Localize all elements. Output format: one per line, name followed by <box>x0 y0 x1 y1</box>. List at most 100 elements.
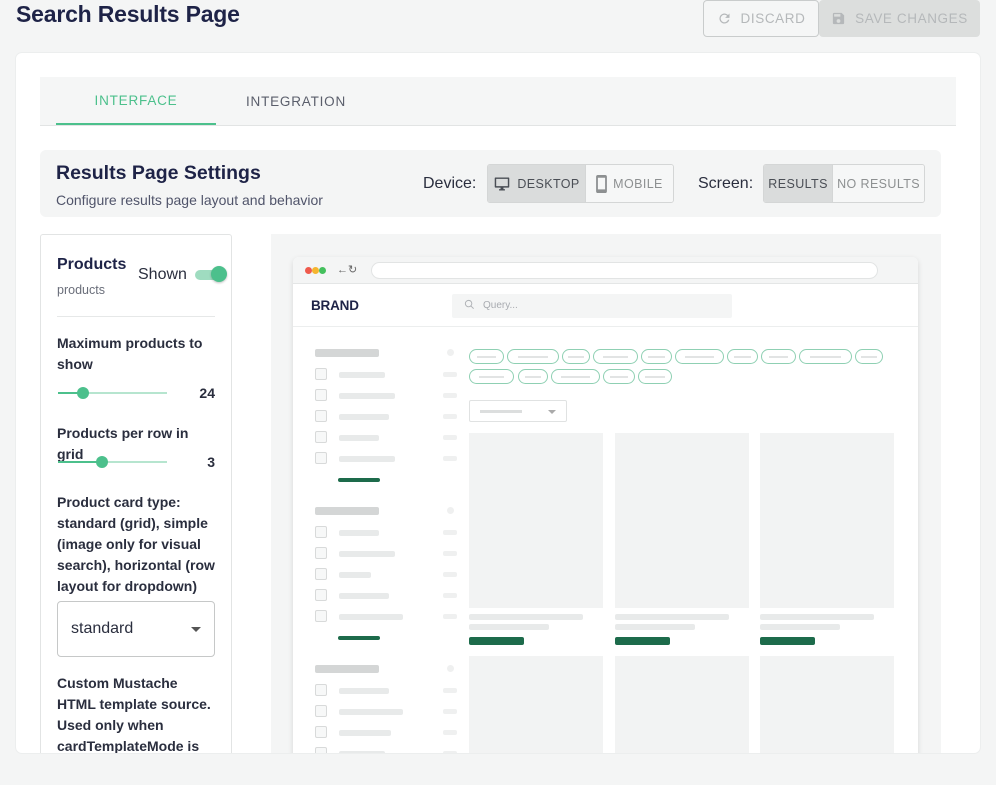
filter-chip <box>603 369 635 384</box>
filter-chip <box>761 349 796 364</box>
facet-checkbox <box>315 431 327 443</box>
facet-line <box>339 614 403 620</box>
facet-show-more <box>338 636 380 640</box>
facet-checkbox <box>315 684 327 696</box>
facet-line <box>339 751 385 753</box>
filter-chip <box>469 369 514 384</box>
product-card-image <box>469 433 603 608</box>
browser-mockup: ←↻ BRAND Query... <box>293 257 918 753</box>
preview-search-box: Query... <box>452 294 732 318</box>
maximize-dot <box>319 267 326 274</box>
template-label: Custom Mustache HTML template source. Us… <box>57 675 211 753</box>
screen-toggle-group: RESULTS NO RESULTS <box>763 164 925 203</box>
facet-checkbox <box>315 705 327 717</box>
chevron-down-icon <box>191 627 201 632</box>
screen-no-results-button[interactable]: NO RESULTS <box>832 165 924 202</box>
shown-toggle[interactable] <box>195 266 227 282</box>
tab-integration[interactable]: INTEGRATION <box>216 77 376 125</box>
settings-subtitle: Configure results page layout and behavi… <box>56 192 323 208</box>
facet-heading <box>315 507 379 515</box>
filter-chip <box>727 349 758 364</box>
facet-line <box>339 530 379 536</box>
max-products-label: Maximum products to show <box>57 335 203 372</box>
filter-chip <box>638 369 672 384</box>
max-products-value: 24 <box>199 385 215 401</box>
facet-count <box>443 572 457 577</box>
facet-count <box>443 688 457 693</box>
facet-heading <box>315 349 379 357</box>
browser-chrome: ←↻ <box>293 257 918 284</box>
max-products-slider[interactable] <box>58 387 167 399</box>
product-card-image <box>760 656 894 753</box>
products-title: Products <box>57 256 127 273</box>
minimize-dot <box>312 267 319 274</box>
device-desktop-button[interactable]: DESKTOP <box>488 165 585 202</box>
desktop-label: DESKTOP <box>517 176 580 191</box>
product-card-image <box>615 656 749 753</box>
close-dot <box>305 267 312 274</box>
product-price <box>760 637 815 645</box>
product-price <box>615 637 670 645</box>
discard-button[interactable]: DISCARD <box>703 0 819 37</box>
search-placeholder: Query... <box>483 300 518 311</box>
facet-checkbox <box>315 389 327 401</box>
device-mobile-button[interactable]: MOBILE <box>584 165 673 202</box>
save-changes-button[interactable]: SAVE CHANGES <box>819 0 980 37</box>
facet-count <box>443 709 457 714</box>
facet-line <box>339 551 395 557</box>
per-row-value: 3 <box>207 454 215 470</box>
facet-count <box>443 730 457 735</box>
facet-count <box>443 530 457 535</box>
products-settings-panel: Products products Shown Maximum products… <box>40 234 232 753</box>
filter-chip <box>562 349 590 364</box>
back-reload-icon: ←↻ <box>337 264 358 276</box>
product-title-line <box>615 624 695 630</box>
facet-checkbox <box>315 368 327 380</box>
filter-chip <box>593 349 638 364</box>
shown-label: Shown <box>138 266 187 283</box>
results-page-settings-bar: Results Page Settings Configure results … <box>40 150 941 217</box>
facet-heading <box>315 665 379 673</box>
filter-chip <box>799 349 852 364</box>
facet-count <box>443 414 457 419</box>
facet-line <box>339 456 395 462</box>
url-bar <box>371 262 878 279</box>
main-card: INTERFACE INTEGRATION Results Page Setti… <box>16 53 980 753</box>
filter-chip <box>641 349 672 364</box>
refresh-icon <box>718 13 730 24</box>
per-row-slider[interactable] <box>58 456 167 468</box>
facet-line <box>339 435 379 441</box>
facet-dot <box>447 507 454 514</box>
facet-checkbox <box>315 452 327 464</box>
card-type-select[interactable]: standard <box>57 601 215 657</box>
desktop-icon <box>495 176 510 191</box>
facet-count <box>443 456 457 461</box>
facet-count <box>443 751 457 753</box>
facet-count <box>443 551 457 556</box>
product-title-line <box>469 614 583 620</box>
slider-thumb[interactable] <box>77 387 89 399</box>
header-divider <box>293 326 918 327</box>
facet-checkbox <box>315 589 327 601</box>
facet-line <box>339 572 371 578</box>
page-title: Search Results Page <box>16 1 240 27</box>
filter-chip <box>518 369 548 384</box>
product-card-image <box>760 433 894 608</box>
facet-checkbox <box>315 568 327 580</box>
product-title-line <box>760 614 874 620</box>
product-title-line <box>615 614 729 620</box>
facet-checkbox <box>315 747 327 753</box>
sort-dropdown-skeleton <box>469 400 567 422</box>
discard-label: DISCARD <box>740 11 806 26</box>
device-label: Device: <box>423 175 477 192</box>
device-toggle-group: DESKTOP MOBILE <box>487 164 674 203</box>
facet-line <box>339 730 391 736</box>
toggle-knob[interactable] <box>211 266 227 282</box>
save-changes-label: SAVE CHANGES <box>855 11 968 26</box>
slider-thumb[interactable] <box>96 456 108 468</box>
filter-chip <box>855 349 883 364</box>
tab-interface[interactable]: INTERFACE <box>56 77 216 125</box>
screen-results-button[interactable]: RESULTS <box>764 165 833 202</box>
facet-line <box>339 372 385 378</box>
search-icon <box>464 299 474 309</box>
